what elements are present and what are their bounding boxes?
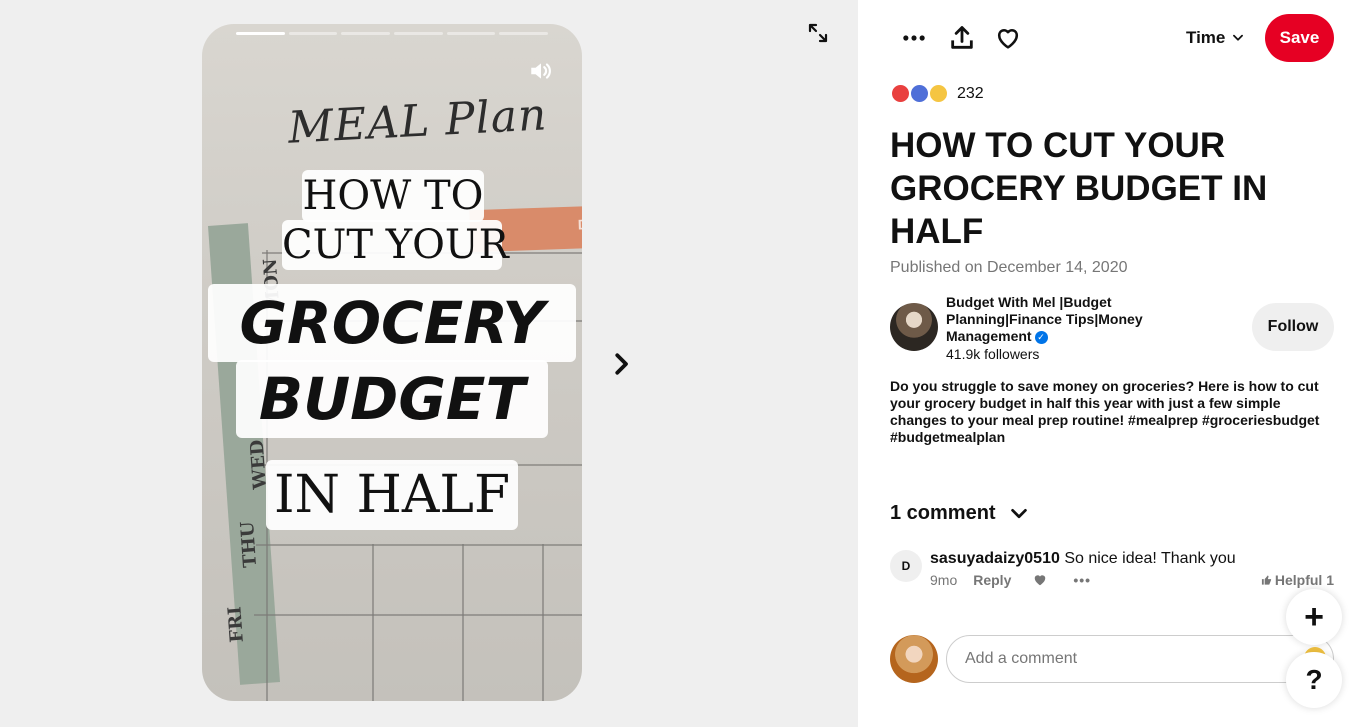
creator-name[interactable]: Budget With Mel |Budget Planning|Finance…: [946, 294, 1186, 345]
time-dropdown-label: Time: [1186, 28, 1226, 47]
creator-card: Budget With Mel |Budget Planning|Finance…: [890, 294, 1334, 362]
wow-reaction-icon: [928, 83, 949, 104]
add-comment-row: [890, 635, 1334, 683]
chevron-down-icon: [1233, 34, 1244, 41]
pin-detail-pane: Time Save 232 HOW TO CUT YOUR GROCERY BU…: [858, 0, 1366, 727]
reaction-count: 232: [957, 84, 984, 102]
reply-button[interactable]: Reply: [973, 572, 1011, 588]
comment-body: sasuyadaizy0510 So nice idea! Thank you: [930, 550, 1236, 568]
plus-button[interactable]: +: [1286, 589, 1342, 645]
helpful-button[interactable]: Helpful 1: [1261, 572, 1334, 588]
pin-description: Do you struggle to save money on groceri…: [890, 378, 1320, 445]
story-video[interactable]: MEAL Plan DI MON WED THU FRI: [202, 24, 582, 701]
save-button[interactable]: Save: [1265, 14, 1334, 62]
comment-input[interactable]: [946, 635, 1334, 683]
commenter-avatar[interactable]: D: [890, 550, 922, 582]
pin-title: HOW TO CUT YOUR GROCERY BUDGET IN HALF: [890, 126, 1268, 251]
grid-line: [462, 544, 464, 701]
overlay-text-line: GROCERY: [208, 284, 576, 362]
comment-meta: 9mo Reply •••: [930, 572, 1091, 588]
overlay-text-line: CUT YOUR: [282, 220, 509, 270]
published-date: Published on December 14, 2020: [890, 259, 1128, 276]
comments-toggle[interactable]: 1 comment: [890, 502, 1030, 525]
help-button[interactable]: ?: [1286, 652, 1342, 708]
commenter-username[interactable]: sasuyadaizy0510: [930, 550, 1060, 567]
grid-line: [254, 614, 582, 616]
day-label: THU: [236, 520, 262, 569]
share-icon[interactable]: [948, 24, 976, 52]
progress-segment: [394, 32, 443, 35]
progress-segment: [288, 32, 338, 35]
comment-age: 9mo: [930, 572, 958, 588]
grid-line: [372, 544, 374, 701]
media-pane: MEAL Plan DI MON WED THU FRI: [0, 0, 858, 727]
follower-count: 41.9k followers: [946, 346, 1040, 362]
follow-button[interactable]: Follow: [1252, 303, 1334, 351]
grid-line: [542, 544, 544, 701]
expand-icon[interactable]: [806, 21, 830, 45]
time-dropdown[interactable]: Time: [1186, 26, 1245, 50]
story-progress-bar: [236, 32, 549, 35]
chevron-right-icon[interactable]: [606, 349, 636, 379]
heart-eyes-reaction-icon: [890, 83, 911, 104]
heart-icon[interactable]: [994, 24, 1022, 52]
comment-item: D sasuyadaizy0510 So nice idea! Thank yo…: [890, 548, 1334, 592]
laugh-reaction-icon: [909, 83, 930, 104]
thumbs-up-icon: [1261, 575, 1271, 585]
meal-plan-heading: MEAL Plan: [286, 89, 549, 154]
more-options-icon[interactable]: [900, 24, 928, 52]
verified-check-icon: ✓: [1034, 330, 1048, 344]
overlay-text-line: HOW TO: [302, 170, 484, 222]
day-label: FRI: [224, 605, 248, 644]
overlay-text-line: BUDGET: [236, 360, 548, 438]
chevron-down-icon: [1010, 508, 1027, 518]
helpful-label: Helpful 1: [1274, 572, 1334, 588]
overlay-text-line: IN HALF: [266, 460, 518, 530]
comment-text: So nice idea! Thank you: [1064, 550, 1236, 567]
orange-strip-text: DI: [577, 216, 582, 233]
volume-icon[interactable]: [528, 58, 554, 84]
progress-segment: [236, 32, 285, 35]
current-user-avatar[interactable]: [890, 635, 938, 683]
heart-icon[interactable]: [1033, 573, 1047, 587]
progress-segment: [341, 32, 391, 35]
reactions-summary[interactable]: 232: [890, 83, 984, 104]
creator-avatar[interactable]: [890, 303, 938, 351]
more-options-icon[interactable]: •••: [1073, 572, 1091, 588]
comments-count: 1 comment: [890, 502, 996, 524]
grid-line: [256, 544, 582, 546]
progress-segment: [446, 32, 496, 35]
pin-toolbar: Time Save: [858, 14, 1366, 62]
progress-segment: [499, 32, 549, 35]
